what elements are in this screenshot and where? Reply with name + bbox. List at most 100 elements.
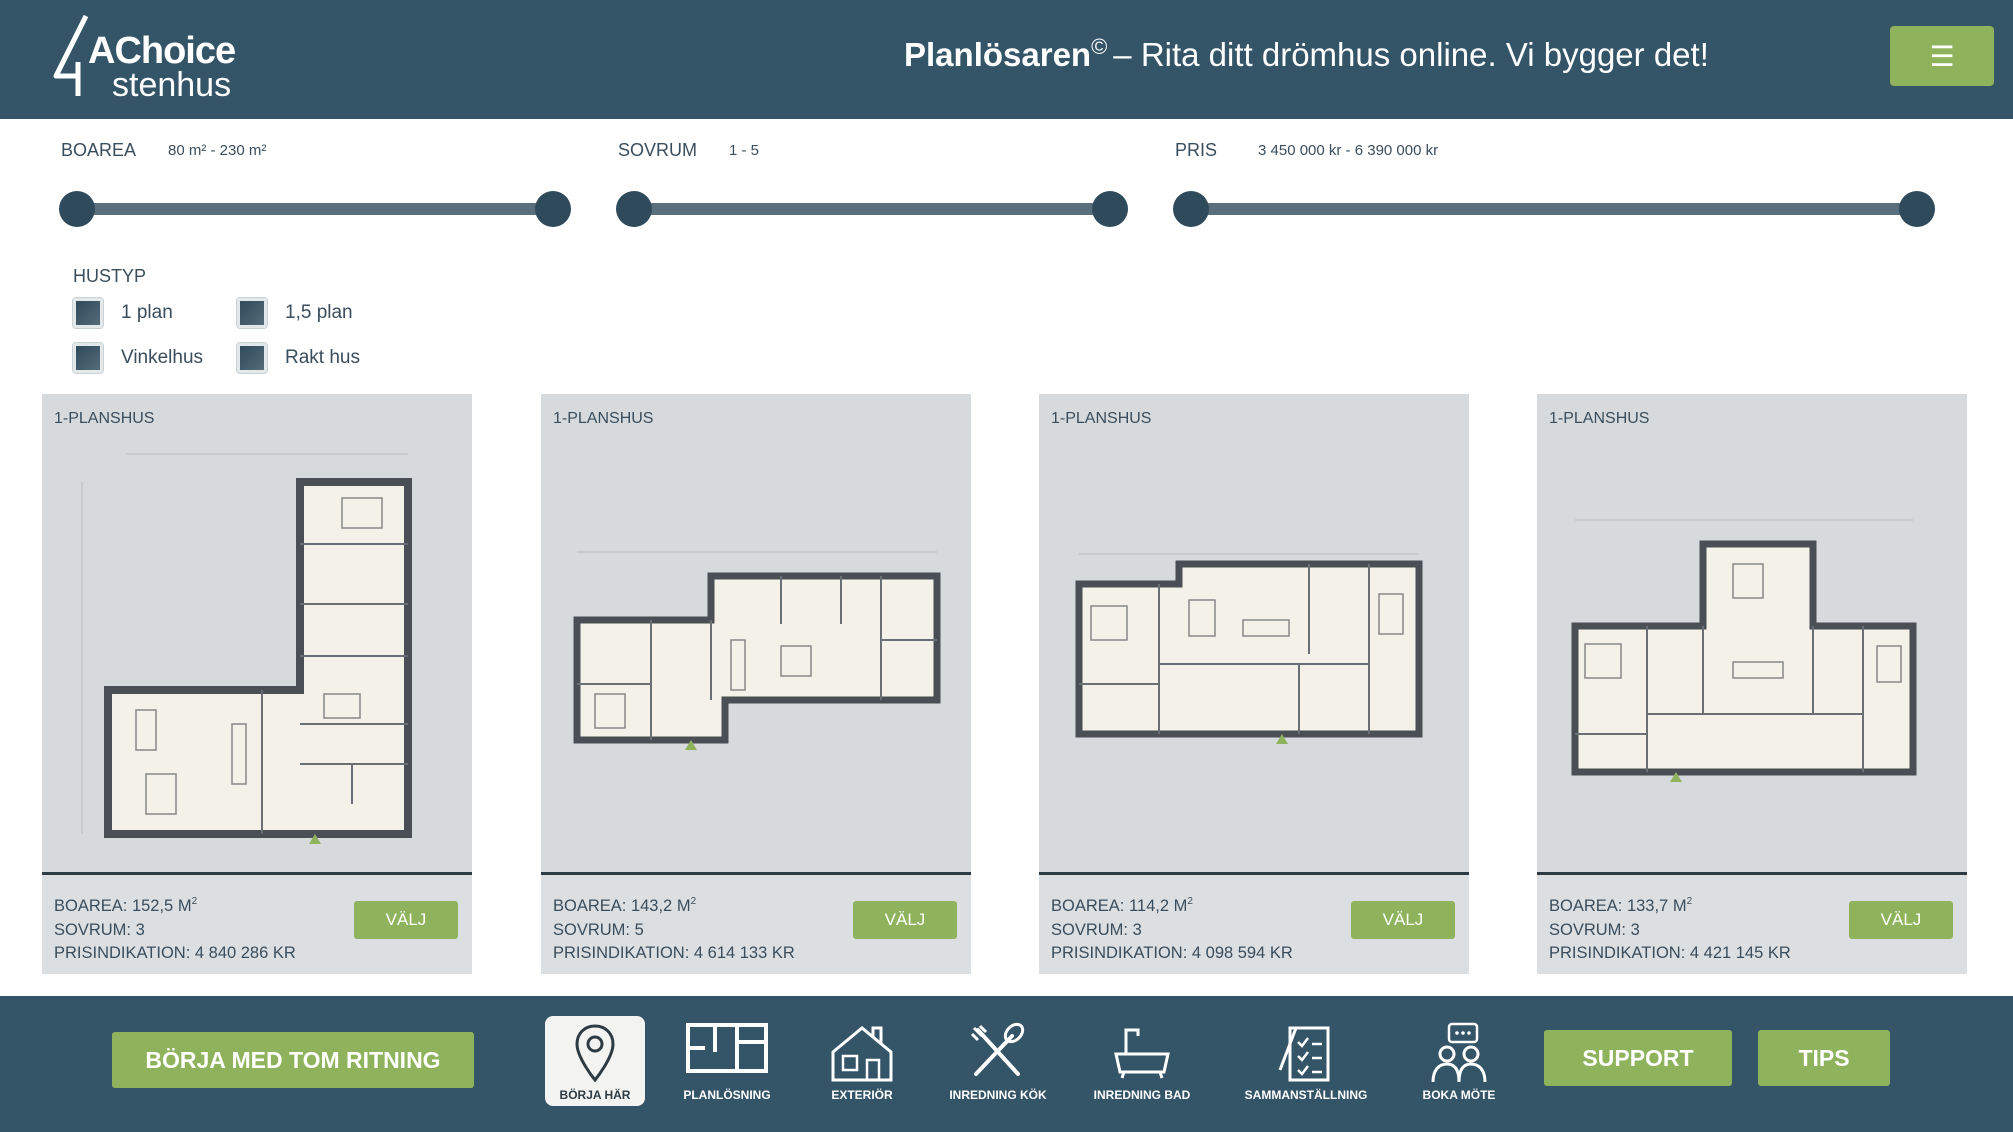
tagline-text: – Rita ditt drömhus online. Vi bygger de… — [1113, 36, 1709, 73]
logo-mark-icon — [53, 14, 89, 96]
price-value: PRISINDIKATION: 4 421 145 KR — [1549, 944, 1791, 962]
start-blank-drawing-button[interactable]: BÖRJA MED TOM RITNING — [112, 1032, 474, 1088]
boarea-min-handle[interactable] — [59, 191, 95, 227]
floor-plan-image[interactable] — [541, 394, 971, 874]
nav-boka-mote[interactable]: BOKA MÖTE — [1409, 1016, 1509, 1106]
select-house-button[interactable]: VÄLJ — [1351, 901, 1455, 939]
card-divider — [42, 872, 472, 875]
nav-inredning-bad[interactable]: INREDNING BAD — [1092, 1016, 1192, 1106]
logo-text-stenhus: stenhus — [112, 66, 232, 104]
boarea-value: BOAREA: 152,5 M — [54, 897, 192, 915]
floor-plan-image[interactable] — [42, 394, 472, 874]
sovrum-slider-track[interactable] — [620, 203, 1126, 215]
sovrum-min-handle[interactable] — [616, 191, 652, 227]
square-sup: 2 — [191, 896, 198, 907]
hustyp-title: HUSTYP — [73, 266, 147, 286]
price-value: PRISINDIKATION: 4 614 133 KR — [553, 944, 795, 962]
boarea-value: BOAREA: 114,2 M — [1051, 897, 1188, 915]
floor-plan-long-icon — [573, 551, 941, 750]
pris-max-handle[interactable] — [1899, 191, 1935, 227]
floor-plan-image[interactable] — [1039, 394, 1469, 874]
house-type-label: 1-PLANSHUS — [1549, 410, 1650, 427]
checkbox-box[interactable] — [237, 343, 267, 373]
sovrum-value: SOVRUM: 3 — [1549, 920, 1640, 939]
support-button[interactable]: SUPPORT — [1544, 1030, 1732, 1086]
checkbox-1-5-plan[interactable]: 1,5 plan — [237, 298, 353, 328]
pris-range-text: 3 450 000 kr - 6 390 000 kr — [1258, 142, 1439, 159]
house-type-label: 1-PLANSHUS — [54, 410, 155, 427]
hamburger-icon: ☰ — [1929, 40, 1955, 72]
checkbox-label: Rakt hus — [285, 347, 360, 368]
house-card-3[interactable]: 1-PLANSHUS BOAREA: 114,2 M2 SOVRUM: 3 PR… — [1039, 394, 1469, 974]
card-divider — [1039, 872, 1469, 875]
boarea-value: BOAREA: 133,7 M — [1549, 897, 1687, 915]
checkbox-vinkelhus[interactable]: Vinkelhus — [73, 343, 203, 373]
floor-plan-t-shape-icon — [1571, 519, 1917, 782]
sovrum-value: SOVRUM: 3 — [1051, 920, 1142, 939]
boarea-max-handle[interactable] — [535, 191, 571, 227]
bathtub-icon — [1114, 1028, 1170, 1079]
house-card-4[interactable]: 1-PLANSHUS BOAREA: 133,7 M2 SOVRUM: 3 PR… — [1537, 394, 1967, 974]
hamburger-menu-button[interactable]: ☰ — [1890, 26, 1994, 86]
checkbox-box[interactable] — [73, 343, 103, 373]
house-icon — [831, 1026, 893, 1082]
card-divider — [541, 872, 971, 875]
checkbox-label: 1 plan — [121, 302, 173, 323]
house-type-label: 1-PLANSHUS — [553, 410, 654, 427]
checkbox-box[interactable] — [73, 298, 103, 328]
house-info: BOAREA: 152,5 M2 SOVRUM: 3 PRISINDIKATIO… — [54, 890, 296, 966]
house-type-label: 1-PLANSHUS — [1051, 410, 1152, 427]
nav-planlosning[interactable]: PLANLÖSNING — [677, 1016, 777, 1106]
meeting-icon — [1431, 1022, 1487, 1083]
square-sup: 2 — [1187, 896, 1193, 907]
utensils-icon — [970, 1022, 1025, 1076]
house-info: BOAREA: 143,2 M2 SOVRUM: 5 PRISINDIKATIO… — [553, 890, 795, 966]
floor-plan-icon — [686, 1023, 768, 1073]
nav-label: INREDNING BAD — [1093, 1088, 1191, 1102]
pris-min-handle[interactable] — [1173, 191, 1209, 227]
map-pin-icon — [575, 1024, 615, 1083]
house-info: BOAREA: 133,7 M2 SOVRUM: 3 PRISINDIKATIO… — [1549, 890, 1791, 966]
nav-borja-har[interactable]: BÖRJA HÄR — [545, 1016, 645, 1106]
house-card-1[interactable]: 1-PLANSHUS BOAREA: 152,5 M2 SOVRUM: 3 PR… — [42, 394, 472, 974]
page-tagline: Planlösaren© – Rita ditt drömhus online. … — [904, 34, 1709, 74]
sovrum-value: SOVRUM: 3 — [54, 920, 145, 939]
tips-button[interactable]: TIPS — [1758, 1030, 1890, 1086]
checkbox-1-plan[interactable]: 1 plan — [73, 298, 173, 328]
house-card-2[interactable]: 1-PLANSHUS BOAREA: 143,2 M2 SOVRUM: 5 PR… — [541, 394, 971, 974]
select-house-button[interactable]: VÄLJ — [853, 901, 957, 939]
pris-label: PRIS — [1175, 140, 1218, 160]
nav-exterior[interactable]: EXTERIÖR — [812, 1016, 912, 1106]
floor-plan-image[interactable] — [1537, 394, 1967, 874]
sovrum-range-text: 1 - 5 — [729, 142, 760, 159]
square-sup: 2 — [690, 896, 697, 907]
floor-plan-rect-icon — [1075, 553, 1423, 744]
square-sup: 2 — [1686, 896, 1693, 907]
select-house-button[interactable]: VÄLJ — [1849, 901, 1953, 939]
boarea-label: BOAREA — [61, 140, 137, 160]
floor-plan-l-shape-icon — [81, 453, 412, 844]
checkbox-box[interactable] — [237, 298, 267, 328]
house-info: BOAREA: 114,2 M2 SOVRUM: 3 PRISINDIKATIO… — [1051, 890, 1293, 966]
tagline-brand: Planlösaren — [904, 36, 1092, 73]
company-logo[interactable]: AChoice stenhus — [52, 14, 262, 104]
checkbox-rakt-hus[interactable]: Rakt hus — [237, 343, 360, 373]
copyright-mark: © — [1091, 34, 1108, 59]
boarea-value: BOAREA: 143,2 M — [553, 897, 691, 915]
select-house-button[interactable]: VÄLJ — [354, 901, 458, 939]
pris-slider-track[interactable] — [1177, 203, 1917, 215]
checkbox-label: 1,5 plan — [285, 302, 353, 323]
sovrum-label: SOVRUM — [618, 140, 698, 160]
nav-inredning-kok[interactable]: INREDNING KÖK — [948, 1016, 1048, 1106]
nav-label: BOKA MÖTE — [1422, 1088, 1496, 1102]
top-header: AChoice stenhus Planlösaren© – Rita ditt … — [0, 0, 2013, 119]
price-value: PRISINDIKATION: 4 098 594 KR — [1051, 944, 1293, 962]
card-divider — [1537, 872, 1967, 875]
boarea-slider-track[interactable] — [63, 203, 569, 215]
sovrum-max-handle[interactable] — [1092, 191, 1128, 227]
sovrum-value: SOVRUM: 5 — [553, 920, 644, 939]
nav-sammanstallning[interactable]: SAMMANSTÄLLNING — [1245, 1016, 1367, 1106]
checklist-icon — [1278, 1026, 1330, 1082]
price-value: PRISINDIKATION: 4 840 286 KR — [54, 944, 296, 962]
boarea-range-text: 80 m² - 230 m² — [168, 142, 267, 159]
